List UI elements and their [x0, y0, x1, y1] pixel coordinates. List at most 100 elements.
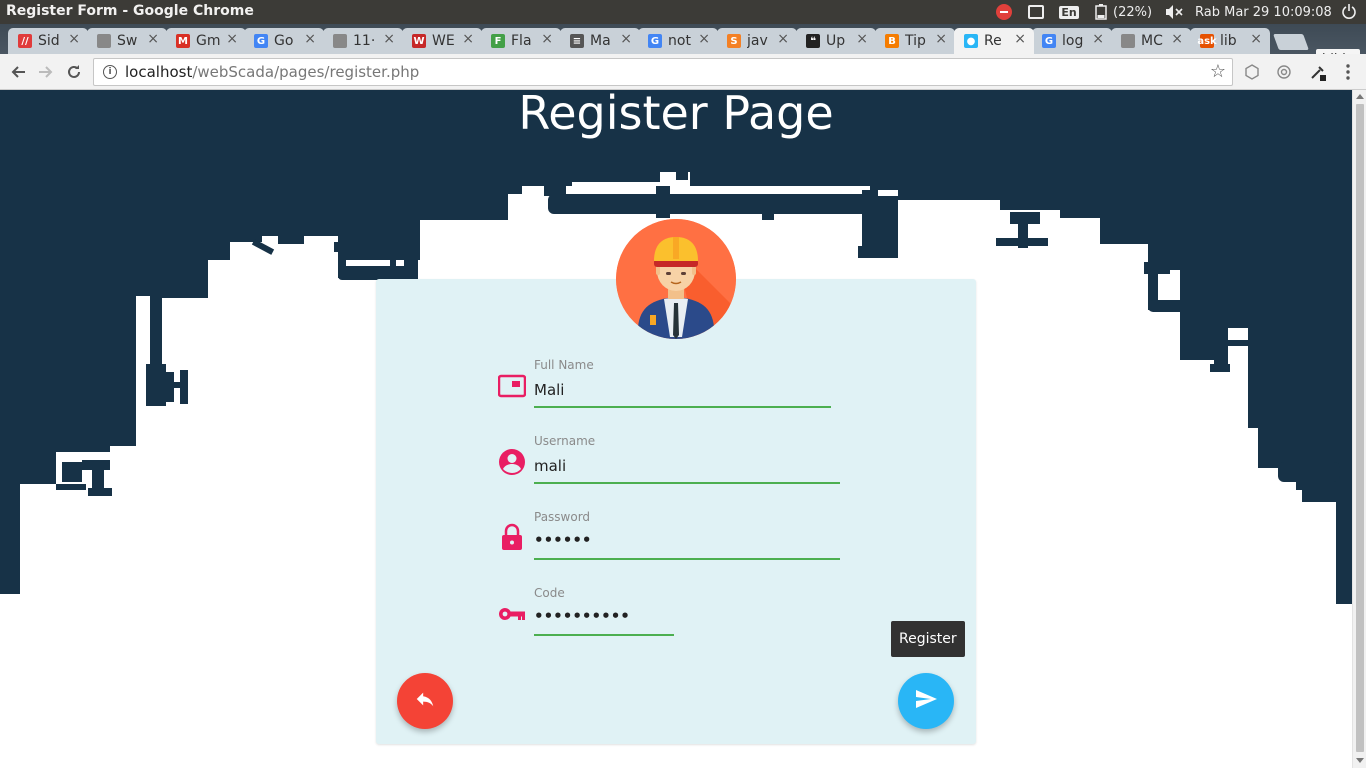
tab-favicon-icon: G — [254, 34, 268, 48]
code-input[interactable]: •••••••••• — [534, 607, 814, 629]
power-icon[interactable] — [1338, 3, 1360, 21]
tab-favicon-icon: W — [412, 34, 426, 48]
page-scrollbar[interactable] — [1352, 90, 1366, 768]
page-viewport: Register Page Full Name Username Passwor… — [0, 90, 1352, 768]
tab-favicon-icon: M — [176, 34, 190, 48]
scroll-down-arrow-icon[interactable] — [1356, 758, 1364, 763]
register-button[interactable] — [898, 673, 954, 729]
tab-label: jav — [747, 33, 768, 49]
tab-favicon-icon: G — [648, 34, 662, 48]
tab-close-icon[interactable]: × — [462, 31, 474, 47]
tab-label: Fla — [511, 33, 532, 49]
tab-label: Sid — [38, 33, 60, 49]
browser-tab[interactable]: Gnot × — [638, 28, 718, 54]
reply-icon — [414, 688, 436, 714]
tab-label: log — [1062, 33, 1084, 49]
forward-arrow-icon[interactable] — [34, 60, 58, 84]
tab-close-icon[interactable]: × — [1171, 31, 1183, 47]
bookmark-star-icon[interactable]: ☆ — [1210, 61, 1226, 82]
username-input[interactable] — [534, 455, 814, 477]
tab-close-icon[interactable]: × — [856, 31, 868, 47]
page-title: Register Page — [518, 90, 834, 140]
chrome-menu-icon[interactable] — [1338, 62, 1358, 82]
tab-label: 11· — [353, 33, 376, 49]
tab-favicon-icon — [97, 34, 111, 48]
tab-favicon-icon: ≡ — [570, 34, 584, 48]
tab-close-icon[interactable]: × — [1014, 31, 1026, 47]
tab-favicon-icon — [333, 34, 347, 48]
tab-favicon-icon: B — [885, 34, 899, 48]
browser-tab[interactable]: ● Re × — [954, 28, 1034, 54]
reload-icon[interactable] — [62, 60, 86, 84]
address-bar[interactable]: i localhost/webScada/pages/register.php … — [93, 58, 1233, 86]
tab-close-icon[interactable]: × — [698, 31, 710, 47]
browser-tab[interactable]: ≡ Ma × — [560, 28, 640, 54]
username-label: Username — [534, 434, 596, 448]
color-picker-icon[interactable] — [1308, 62, 1328, 82]
tab-close-icon[interactable]: × — [1092, 31, 1104, 47]
browser-tab[interactable]: ❝ Up × — [796, 28, 876, 54]
keyboard-language-indicator[interactable]: En — [1059, 3, 1079, 21]
code-label: Code — [534, 586, 565, 600]
full-name-input[interactable] — [534, 379, 814, 401]
tab-favicon-icon: ❝ — [806, 34, 820, 48]
register-tooltip: Register — [891, 621, 965, 657]
tab-close-icon[interactable]: × — [383, 31, 395, 47]
tab-close-icon[interactable]: × — [620, 31, 632, 47]
full-name-underline — [534, 406, 831, 408]
account-circle-icon — [498, 448, 526, 476]
back-button[interactable] — [397, 673, 453, 729]
tab-label: Ma — [590, 33, 611, 49]
battery-percentage: (22%) — [1113, 4, 1153, 20]
browser-tab[interactable]: Sjav × — [717, 28, 797, 54]
os-top-panel: Register Form - Google Chrome En (22%) R… — [0, 0, 1366, 24]
tab-close-icon[interactable]: × — [304, 31, 316, 47]
scroll-thumb[interactable] — [1356, 104, 1364, 752]
browser-tab[interactable]: W WE × — [402, 28, 482, 54]
scroll-up-arrow-icon[interactable] — [1356, 94, 1364, 99]
new-tab-button[interactable] — [1273, 34, 1309, 50]
tab-close-icon[interactable]: × — [541, 31, 553, 47]
volume-muted-icon[interactable] — [1163, 3, 1185, 21]
browser-tab[interactable]: // Sid × — [8, 28, 88, 54]
extension-cube-icon[interactable] — [1242, 62, 1262, 82]
browser-tab-strip: //Sid × Sw × M Gm × G Go × 11· × W WE × F Fla × ≡ Ma × Gnot × S… — [0, 24, 1366, 69]
password-label: Password — [534, 510, 591, 524]
stop-indicator-icon[interactable] — [995, 3, 1013, 21]
tab-close-icon[interactable]: × — [68, 31, 80, 47]
browser-tab[interactable]: 11· × — [323, 28, 403, 54]
tab-label: Gm — [196, 33, 220, 49]
browser-tab[interactable]: MC × — [1111, 28, 1191, 54]
browser-tab[interactable]: M Gm × — [166, 28, 246, 54]
engineer-avatar — [616, 219, 736, 339]
battery-icon[interactable] — [1093, 3, 1109, 21]
tab-favicon-icon: ● — [964, 34, 978, 48]
username-underline — [534, 482, 840, 484]
browser-tab[interactable]: G Go × — [244, 28, 324, 54]
browser-tab[interactable]: F Fla × — [481, 28, 561, 54]
tab-close-icon[interactable]: × — [147, 31, 159, 47]
id-card-icon — [497, 372, 527, 400]
back-arrow-icon[interactable] — [6, 60, 30, 84]
tab-close-icon[interactable]: × — [226, 31, 238, 47]
tab-close-icon[interactable]: × — [777, 31, 789, 47]
extension-swirl-icon[interactable] — [1274, 62, 1294, 82]
tab-close-icon[interactable]: × — [1250, 31, 1262, 47]
browser-tab[interactable]: ask lib × — [1190, 28, 1270, 54]
tab-label: Go — [274, 33, 294, 49]
messaging-icon[interactable] — [1027, 3, 1045, 21]
password-input[interactable]: •••••• — [534, 531, 814, 553]
browser-tab[interactable]: Sw × — [87, 28, 167, 54]
tab-close-icon[interactable]: × — [935, 31, 947, 47]
tab-favicon-icon: // — [18, 34, 32, 48]
tab-favicon-icon: F — [491, 34, 505, 48]
tab-favicon-icon: ask — [1197, 34, 1217, 48]
info-icon[interactable]: i — [103, 65, 117, 79]
clock[interactable]: Rab Mar 29 10:09:08 — [1195, 3, 1332, 21]
url-path: /webScada/pages/register.php — [192, 63, 420, 81]
browser-tab[interactable]: Glog × — [1032, 28, 1112, 54]
tab-label: not — [668, 33, 691, 49]
tab-label: Re — [984, 33, 1002, 49]
tab-label: Up — [826, 33, 846, 49]
browser-tab[interactable]: B Tip × — [875, 28, 955, 54]
